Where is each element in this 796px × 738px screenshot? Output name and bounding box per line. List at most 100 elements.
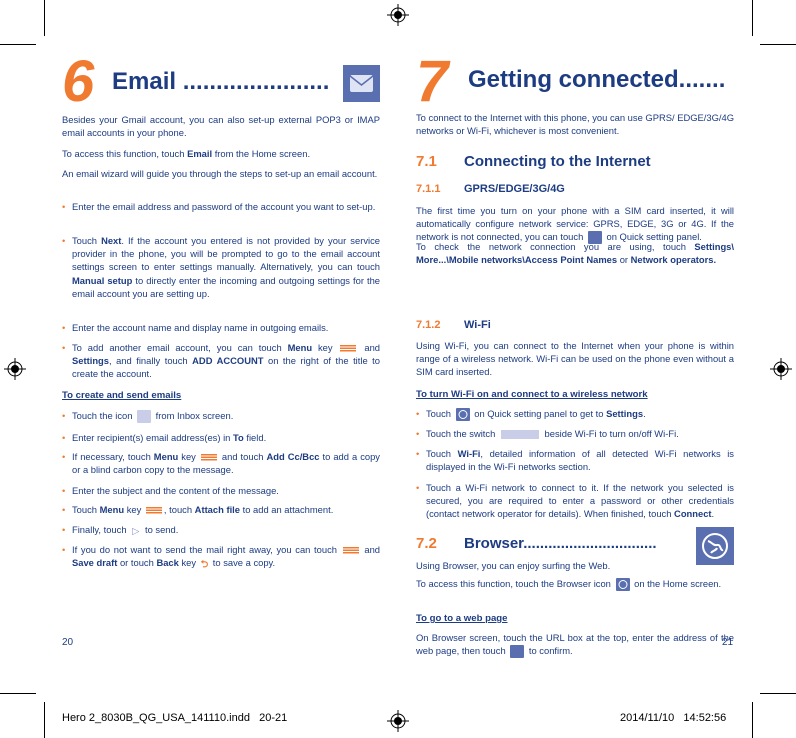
bold-text: Next — [101, 235, 122, 246]
text: Enter the email address and password of … — [72, 201, 376, 212]
text: , touch — [163, 504, 195, 515]
text: field. — [243, 432, 267, 443]
paragraph: To check the network connection you are … — [416, 240, 734, 266]
text: beside Wi-Fi to turn on/off Wi-Fi. — [541, 428, 679, 439]
text: and — [360, 544, 380, 555]
text: To turn Wi-Fi on and connect to a wirele… — [416, 389, 648, 400]
bullet-item: Touch the switch beside Wi-Fi to turn on… — [416, 427, 734, 440]
text: To check the network connection you are … — [416, 241, 695, 252]
text: Touch the switch — [426, 428, 498, 439]
paragraph: On Browser screen, touch the URL box at … — [416, 631, 734, 659]
text: To access this function, touch the Brows… — [416, 578, 614, 589]
text: . — [711, 508, 715, 520]
bold-text: Menu — [153, 451, 179, 462]
section-title: Connecting to the Internet — [464, 153, 651, 170]
text: to add an attachment. — [240, 504, 334, 515]
crop-mark — [44, 702, 45, 738]
crop-mark — [44, 0, 45, 36]
paragraph: Using Wi-Fi, you can connect to the Inte… — [416, 339, 734, 379]
paragraph: The first time you turn on your phone wi… — [416, 204, 734, 245]
bold-text: Attach file — [194, 504, 240, 515]
text: to save a copy. — [210, 557, 276, 569]
bold-text: Manual setup — [72, 274, 133, 286]
bullet-item: Touch Wi-Fi, detailed information of all… — [416, 447, 734, 473]
go-button-icon — [510, 645, 525, 659]
bold-text: Settings — [606, 408, 644, 419]
text: Finally, touch — [72, 524, 130, 535]
bold-text: To — [233, 432, 244, 443]
paragraph: To connect to the Internet with this pho… — [416, 111, 734, 137]
bold-text: Back — [156, 557, 179, 569]
text: on the Home screen. — [631, 578, 722, 589]
section-title: GPRS/EDGE/3G/4G — [464, 183, 565, 195]
text: To add another email account, you can to… — [72, 342, 288, 353]
bullet-item: If you do not want to send the mail righ… — [62, 543, 380, 570]
bold-text: Network operators. — [630, 254, 717, 266]
bullet-item: Touch Next. If the account you entered i… — [62, 234, 380, 300]
chapter-title: Getting connected....... — [468, 66, 726, 93]
text: To access this function, touch — [62, 148, 188, 159]
text: on Quick setting panel to get to — [471, 408, 607, 419]
bold-text: Menu — [287, 342, 313, 353]
text: Using Browser, you can enjoy surfing the… — [416, 560, 611, 571]
text: to send. — [142, 524, 179, 535]
menu-key-icon — [200, 453, 217, 462]
bold-text: Email — [187, 148, 213, 159]
paragraph: Besides your Gmail account, you can also… — [62, 113, 380, 139]
bold-text: Connect — [674, 508, 712, 520]
slug-timestamp: 2014/11/10 14:52:56 — [620, 712, 727, 724]
section-heading: 7.2 Browser..............................… — [416, 527, 734, 565]
bullet-item: If necessary, touch Menu key and touch A… — [62, 450, 380, 476]
send-icon: ▷ — [132, 524, 140, 536]
text: If necessary, touch — [72, 451, 154, 462]
chapter-title: Email ...................... — [112, 68, 330, 95]
browser-globe-icon — [615, 578, 630, 592]
text: or touch — [117, 557, 157, 569]
paragraph: To access this function, touch Email fro… — [62, 147, 380, 160]
section-number: 7.1.2 — [416, 319, 441, 331]
text: To go to a web page — [416, 613, 508, 624]
subheading: To create and send emails — [62, 389, 380, 402]
bold-text: Add Cc/Bcc — [266, 451, 320, 462]
bullet-item: Enter the email address and password of … — [62, 200, 380, 213]
text: from the Home screen. — [212, 148, 311, 159]
section-number: 7.1.1 — [416, 183, 441, 195]
registration-mark-icon — [387, 710, 409, 732]
bold-text: Wi-Fi — [457, 448, 481, 459]
slug-filename: Hero 2_8030B_QG_USA_141110.indd 20-21 — [62, 712, 288, 724]
section-number: 7.2 — [416, 535, 437, 552]
text: , and finally touch — [108, 355, 193, 367]
crop-mark — [760, 44, 796, 45]
text: or — [617, 254, 631, 266]
bold-text: Menu — [99, 504, 125, 515]
text: key — [312, 342, 339, 353]
text: . — [643, 408, 646, 419]
text: On Browser screen, touch the URL box at … — [416, 632, 734, 657]
text: To connect to the Internet with this pho… — [416, 112, 734, 137]
section-heading: 7.1 Connecting to the Internet — [416, 153, 651, 170]
text: Touch — [72, 504, 100, 515]
bullet-item: Touch the icon from Inbox screen. — [62, 409, 380, 424]
bold-text: Settings — [72, 355, 109, 367]
section-title: Wi-Fi — [464, 319, 491, 331]
text: Besides your Gmail account, you can also… — [62, 114, 380, 139]
menu-key-icon — [342, 546, 359, 555]
bullet-item: Touch a Wi-Fi network to connect to it. … — [416, 481, 734, 521]
crop-mark — [752, 702, 753, 738]
subheading: To turn Wi-Fi on and connect to a wirele… — [416, 388, 734, 401]
chapter-number: 7 — [416, 49, 449, 114]
page-20: 6 Email ...................... 20 Beside… — [62, 0, 380, 738]
back-key-icon: ⮌ — [200, 558, 209, 570]
text: to confirm. — [526, 645, 573, 657]
section-title: Browser................................ — [464, 535, 657, 552]
bullet-item: Enter the subject and the content of the… — [62, 484, 380, 497]
text: key — [124, 504, 144, 515]
text: Touch — [72, 235, 102, 246]
text: To create and send emails — [62, 390, 182, 401]
menu-key-icon — [340, 344, 357, 353]
page-21: 7 Getting connected....... 21 To connect… — [416, 0, 734, 738]
toggle-switch-icon — [500, 430, 539, 440]
text: Using Wi-Fi, you can connect to the Inte… — [416, 340, 734, 378]
bullet-item: Touch Menu key , touch Attach file to ad… — [62, 503, 380, 516]
paragraph: Using Browser, you can enjoy surfing the… — [416, 559, 734, 572]
